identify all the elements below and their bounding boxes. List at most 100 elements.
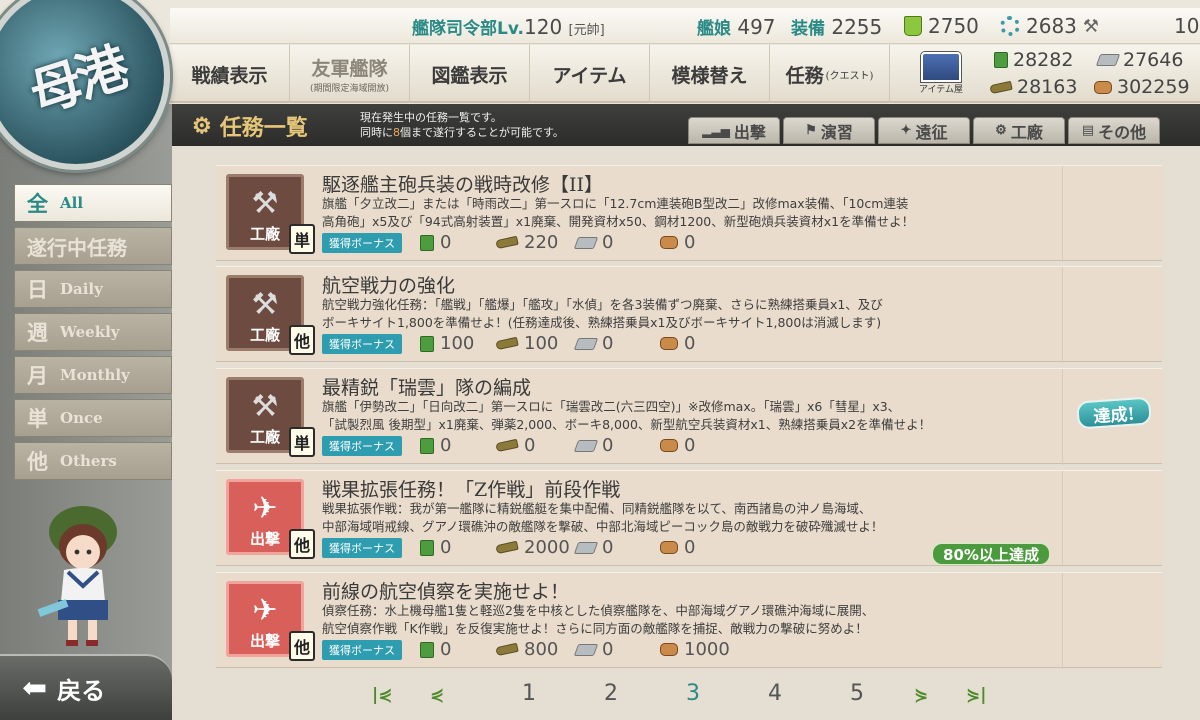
quest-type-label: 工廠: [249, 428, 280, 446]
quest-title: 駆逐艦主砲兵装の戦時改修【II】: [322, 174, 604, 196]
category-all[interactable]: 全 All: [14, 184, 172, 222]
category-active[interactable]: 遂行中任務: [14, 227, 172, 265]
quest-item[interactable]: ✈ 出撃 他 前線の航空偵察を実施せよ！ 偵察任務：水上機母艦1隻と軽巡2隻を中…: [216, 572, 1162, 669]
cat-en: All: [60, 194, 84, 212]
devmat-count: 2683 ⚒: [1000, 14, 1099, 38]
page-2[interactable]: 2: [604, 681, 618, 706]
filter-tab-arsenal[interactable]: ⚙ 工廠: [973, 117, 1065, 144]
reward-bauxite: 0: [660, 435, 695, 456]
reward-value: 0: [684, 333, 696, 354]
desc-line: 航空偵察作戦「K作戦」を反復実施せよ！さらに同方面の敵艦隊を捕捉、敵戦力の撃破に…: [322, 621, 868, 636]
last-page-icon[interactable]: ⋟|: [966, 685, 986, 705]
res-ammo-value: 28163: [1017, 76, 1078, 98]
ammo-icon: [495, 540, 519, 555]
first-page-icon[interactable]: |⋞: [372, 685, 392, 705]
quest-header: ⚙ 任務一覧 現在発生中の任務一覧です。 同時に8個まで遂行することが可能です。…: [172, 104, 1200, 146]
quest-status-area: [1062, 166, 1162, 262]
item-shop-button[interactable]: アイテム屋: [900, 45, 982, 103]
quest-item[interactable]: ⚒ 工廠 他 航空戦力の強化 航空戦力強化任務：「艦戦」「艦爆」「艦攻」「水偵」…: [216, 266, 1162, 363]
reward-ammo: 800: [495, 639, 576, 660]
filter-tab-sortie[interactable]: ▂▃▅ 出撃: [688, 117, 780, 144]
reward-value: 0: [440, 435, 452, 456]
nav-items[interactable]: アイテム: [530, 45, 650, 103]
filter-tab-expedition[interactable]: ✦ 遠征: [878, 117, 970, 144]
filter-tab-label: 出撃: [733, 122, 766, 142]
cat-kanji: 全: [27, 191, 48, 216]
filter-tab-other[interactable]: ▤ その他: [1068, 117, 1160, 144]
cat-kanji: 単: [27, 406, 48, 431]
quest-description: 旗艦「夕立改二」または「時雨改二」第一スロに「12.7cm連装砲B型改二」改修m…: [322, 195, 1042, 231]
quest-item[interactable]: ✈ 出撃 他 戦果拡張任務！「Z作戦」前段作戦 戦果拡張作戦：我が第一艦隊に精鋭…: [216, 470, 1162, 567]
page-1[interactable]: 1: [522, 681, 536, 706]
nav-encyclopedia[interactable]: 図鑑表示: [410, 45, 530, 103]
category-weekly[interactable]: 週 Weekly: [14, 313, 172, 351]
quest-rewards: 獲得ボーナス 0 2000 0 0: [322, 537, 695, 558]
bonus-label: 獲得ボーナス: [322, 639, 402, 660]
reward-value: 0: [684, 537, 696, 558]
category-daily[interactable]: 日 Daily: [14, 270, 172, 308]
nav-quests-label: 任務: [785, 64, 824, 87]
page-title: ⚙ 任務一覧: [192, 110, 308, 142]
desc-text-b: 個まで遂行することが可能です。: [400, 126, 564, 139]
fuel-icon: [420, 641, 434, 658]
page-5[interactable]: 5: [850, 681, 864, 706]
reward-value: 0: [524, 435, 536, 456]
page-3[interactable]: 3: [686, 681, 700, 706]
quest-rewards: 獲得ボーナス 100 100 0 0: [322, 333, 695, 354]
category-once[interactable]: 単 Once: [14, 399, 172, 437]
quest-title: 最精鋭「瑞雲」隊の編成: [322, 377, 532, 399]
quest-type-label: 出撃: [249, 632, 280, 650]
res-steel: 27646: [1095, 49, 1183, 71]
reward-bauxite: 0: [660, 333, 695, 354]
reward-bauxite: 0: [660, 537, 695, 558]
filter-tab-label: その他: [1098, 122, 1147, 142]
filter-tab-exercise[interactable]: ⚑ 演習: [783, 117, 875, 144]
hq-level-value: 120: [524, 15, 563, 39]
back-button[interactable]: ⬅ 戻る: [0, 654, 172, 720]
quest-description: 航空戦力強化任務：「艦戦」「艦爆」「艦攻」「水偵」を各3装備ずつ廃棄、さらに熟練…: [322, 296, 1042, 332]
reward-fuel: 0: [420, 232, 496, 253]
port-button-label: 母港: [22, 36, 133, 125]
nav-friend-fleet[interactable]: 友軍艦隊 (期間限定海域開放): [290, 45, 410, 103]
desc-line: 中部海域哨戒線、グアノ環礁沖の敵艦隊を撃破、中部北海域ピーコック島の敵戦力を破砕…: [322, 519, 884, 534]
category-others[interactable]: 他 Others: [14, 442, 172, 480]
ship-count: 艦娘 497: [697, 14, 776, 39]
plane-icon: ✈: [252, 491, 278, 526]
reward-fuel: 100: [420, 333, 496, 354]
category-monthly[interactable]: 月 Monthly: [14, 356, 172, 394]
next-page-icon[interactable]: ⋟: [914, 685, 928, 705]
reward-value: 0: [602, 639, 614, 660]
fuel-icon: [420, 335, 434, 352]
quest-item[interactable]: ⚒ 工廠 単 最精鋭「瑞雲」隊の編成 旗艦「伊勢改二」「日向改二」第一スロに「瑞…: [216, 368, 1162, 465]
reward-ammo: 100: [495, 333, 576, 354]
completed-stamp: 達成!: [1076, 396, 1152, 430]
ammo-icon: [495, 336, 519, 351]
prev-page-icon[interactable]: ⋞: [430, 685, 444, 705]
cat-en: Others: [60, 452, 117, 470]
quest-rewards: 獲得ボーナス 0 800 0 1000: [322, 639, 730, 660]
ships-label: 艦娘: [697, 19, 731, 39]
nav-furniture[interactable]: 模様替え: [650, 45, 770, 103]
quest-status-area: [1062, 267, 1162, 363]
nav-records-label: 戦績表示: [191, 64, 268, 87]
nav-quests[interactable]: 任務 (クエスト): [770, 45, 890, 103]
nav-furniture-label: 模様替え: [671, 64, 748, 87]
quest-rewards: 獲得ボーナス 0 0 0 0: [322, 435, 695, 456]
compass-icon: ✦: [900, 123, 912, 138]
quest-title: 前線の航空偵察を実施せよ！: [322, 581, 570, 603]
ammo-icon: [495, 642, 519, 657]
page-4[interactable]: 4: [768, 681, 782, 706]
shop-label: アイテム屋: [918, 84, 964, 95]
quest-description: 偵察任務：水上機母艦1隻と軽巡2隻を中核とした偵察艦隊を、中部海域グアノ環礁沖海…: [322, 602, 1042, 638]
reward-steel: 0: [573, 333, 660, 354]
fuel-icon: [420, 234, 434, 251]
devmat-icon: [1000, 16, 1020, 36]
filter-tab-label: 演習: [820, 122, 853, 142]
nav-records[interactable]: 戦績表示: [170, 45, 290, 103]
quest-item[interactable]: ⚒ 工廠 単 駆逐艦主砲兵装の戦時改修【II】 旗艦「夕立改二」または「時雨改二…: [216, 165, 1162, 262]
res-bauxite: 302259: [1094, 76, 1190, 98]
reward-value: 1000: [684, 639, 730, 660]
reward-ammo: 2000: [495, 537, 576, 558]
desc-number: 8: [393, 126, 400, 139]
buckets-value: 2750: [928, 14, 979, 38]
